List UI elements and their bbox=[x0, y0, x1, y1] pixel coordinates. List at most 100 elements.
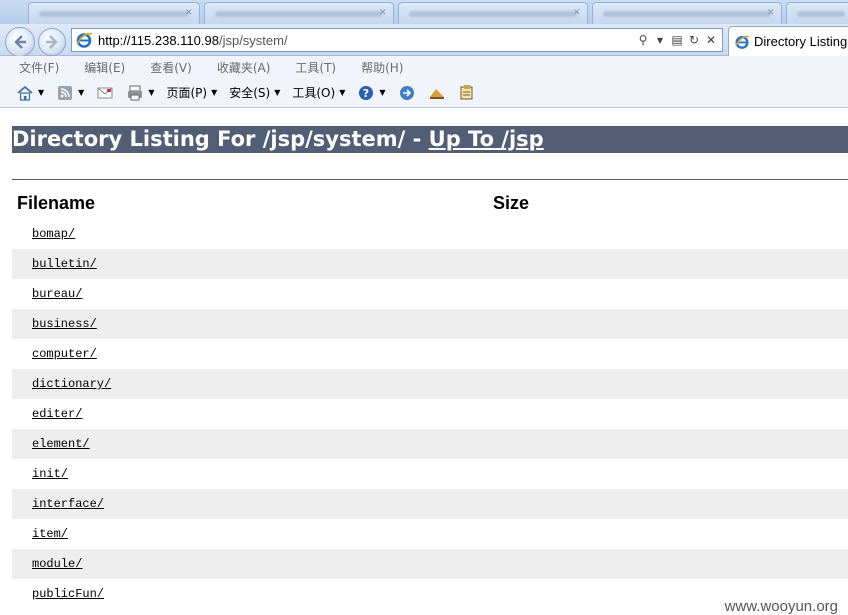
addon-icon bbox=[460, 84, 472, 99]
file-link[interactable]: publicFun/ bbox=[32, 587, 104, 601]
table-row: dictionary/ bbox=[12, 369, 848, 399]
close-icon[interactable]: ✕ bbox=[573, 9, 581, 18]
help-icon: ? bbox=[359, 85, 374, 100]
search-icon[interactable]: ⚲ bbox=[636, 33, 650, 47]
dropdown-caret-icon: ▼ bbox=[211, 88, 218, 97]
file-link[interactable]: bureau/ bbox=[32, 287, 82, 301]
background-tab[interactable]: ✕ bbox=[592, 2, 782, 24]
tools-menu-label: 工具(O) bbox=[292, 86, 336, 100]
tools-menu-button[interactable]: 工具(O) ▼ bbox=[292, 84, 345, 101]
dropdown-caret-icon[interactable]: ▼ bbox=[148, 88, 154, 97]
navigation-bar: http://115.238.110.98/jsp/system/ ⚲ ▼ ▤ … bbox=[0, 24, 848, 57]
menu-view[interactable]: 查看(V) bbox=[145, 59, 197, 76]
close-icon[interactable]: ✕ bbox=[379, 9, 387, 18]
page-menu-label: 页面(P) bbox=[166, 86, 208, 100]
menu-tools[interactable]: 工具(T) bbox=[290, 59, 341, 76]
active-tab[interactable]: Directory Listing bbox=[728, 26, 848, 56]
menu-bar: 文件(F) 编辑(E) 查看(V) 收藏夹(A) 工具(T) 帮助(H) bbox=[0, 56, 848, 78]
table-row: bulletin/ bbox=[12, 249, 848, 279]
messenger-button[interactable] bbox=[398, 84, 416, 102]
file-link[interactable]: bomap/ bbox=[32, 227, 75, 241]
active-tab-title: Directory Listing bbox=[754, 34, 848, 49]
file-link[interactable]: interface/ bbox=[32, 497, 104, 511]
size-column-header: Size bbox=[493, 193, 530, 213]
back-arrow-icon bbox=[14, 35, 26, 49]
blurred-tab-title bbox=[39, 11, 189, 17]
table-row: editer/ bbox=[12, 399, 848, 429]
rss-icon bbox=[58, 85, 73, 100]
blurred-tab-title bbox=[797, 11, 845, 17]
dropdown-caret-icon: ▼ bbox=[274, 88, 281, 97]
ie-icon bbox=[735, 35, 750, 49]
filename-column-header: Filename bbox=[17, 193, 96, 213]
menu-file[interactable]: 文件(F) bbox=[14, 59, 64, 76]
background-tab[interactable] bbox=[786, 2, 848, 24]
table-row: module/ bbox=[12, 549, 848, 579]
background-tab[interactable]: ✕ bbox=[204, 2, 394, 24]
table-row: interface/ bbox=[12, 489, 848, 519]
file-link[interactable]: element/ bbox=[32, 437, 90, 451]
url-text[interactable]: http://115.238.110.98/jsp/system/ bbox=[98, 33, 636, 48]
refresh-icon[interactable]: ↻ bbox=[687, 33, 701, 47]
messenger-icon bbox=[399, 85, 414, 100]
forward-arrow-icon bbox=[46, 35, 58, 49]
tab-strip: ✕ ✕ ✕ ✕ bbox=[0, 0, 848, 26]
research-button[interactable] bbox=[428, 84, 446, 102]
url-path: /jsp/system/ bbox=[218, 32, 288, 48]
home-button[interactable]: ▼ bbox=[16, 84, 44, 102]
blurred-tab-title bbox=[215, 11, 383, 17]
compat-view-icon[interactable]: ▤ bbox=[670, 33, 684, 47]
close-icon[interactable]: ✕ bbox=[185, 9, 193, 18]
dropdown-caret-icon[interactable]: ▼ bbox=[653, 36, 667, 45]
table-row: init/ bbox=[12, 459, 848, 489]
addon-button[interactable] bbox=[458, 84, 476, 102]
file-link[interactable]: module/ bbox=[32, 557, 82, 571]
table-row: business/ bbox=[12, 309, 848, 339]
background-tab[interactable]: ✕ bbox=[398, 2, 588, 24]
command-bar: ▼ ▼ ▼ 页面(P) ▼ 安全(S) ▼ 工具(O) ▼ ? ▼ bbox=[0, 78, 848, 108]
dropdown-caret-icon[interactable]: ▼ bbox=[78, 88, 84, 97]
menu-edit[interactable]: 编辑(E) bbox=[79, 59, 130, 76]
title-text: Directory Listing For /jsp/system/ - bbox=[12, 127, 429, 151]
file-list: bomap/ bulletin/ bureau/ business/ compu… bbox=[12, 219, 848, 609]
close-icon[interactable]: ✕ bbox=[767, 9, 775, 18]
dropdown-caret-icon[interactable]: ▼ bbox=[38, 88, 44, 97]
page-content: Directory Listing For /jsp/system/ - Up … bbox=[0, 108, 848, 615]
file-link[interactable]: computer/ bbox=[32, 347, 97, 361]
research-icon bbox=[429, 88, 444, 99]
back-button[interactable] bbox=[5, 27, 35, 57]
table-row: bureau/ bbox=[12, 279, 848, 309]
file-link[interactable]: business/ bbox=[32, 317, 97, 331]
table-row: bomap/ bbox=[12, 219, 848, 249]
dropdown-caret-icon: ▼ bbox=[339, 88, 346, 97]
printer-icon bbox=[128, 85, 143, 100]
table-row: item/ bbox=[12, 519, 848, 549]
stop-icon[interactable]: ✕ bbox=[704, 33, 718, 47]
page-menu-button[interactable]: 页面(P) ▼ bbox=[166, 84, 217, 101]
menu-help[interactable]: 帮助(H) bbox=[356, 59, 408, 76]
file-link[interactable]: dictionary/ bbox=[32, 377, 111, 391]
divider bbox=[12, 179, 848, 180]
background-tab[interactable]: ✕ bbox=[28, 2, 200, 24]
file-link[interactable]: init/ bbox=[32, 467, 68, 481]
mail-button[interactable] bbox=[96, 84, 114, 102]
safety-menu-label: 安全(S) bbox=[229, 86, 271, 100]
blurred-tab-title bbox=[409, 11, 577, 17]
print-button[interactable]: ▼ bbox=[126, 84, 154, 102]
mail-icon bbox=[97, 87, 113, 98]
feeds-button[interactable]: ▼ bbox=[56, 84, 84, 102]
help-button[interactable]: ? ▼ bbox=[357, 84, 386, 102]
up-link[interactable]: Up To /jsp bbox=[429, 127, 544, 151]
file-link[interactable]: editer/ bbox=[32, 407, 82, 421]
forward-button[interactable] bbox=[38, 28, 66, 56]
url-host: http://115.238.110.98 bbox=[98, 32, 219, 48]
home-icon bbox=[17, 85, 33, 101]
address-bar[interactable]: http://115.238.110.98/jsp/system/ ⚲ ▼ ▤ … bbox=[71, 28, 723, 52]
menu-favorites[interactable]: 收藏夹(A) bbox=[212, 59, 276, 76]
safety-menu-button[interactable]: 安全(S) ▼ bbox=[229, 84, 280, 101]
file-link[interactable]: item/ bbox=[32, 527, 68, 541]
table-row: element/ bbox=[12, 429, 848, 459]
watermark: www.wooyun.org bbox=[722, 598, 840, 615]
dropdown-caret-icon[interactable]: ▼ bbox=[379, 88, 385, 97]
file-link[interactable]: bulletin/ bbox=[32, 257, 97, 271]
